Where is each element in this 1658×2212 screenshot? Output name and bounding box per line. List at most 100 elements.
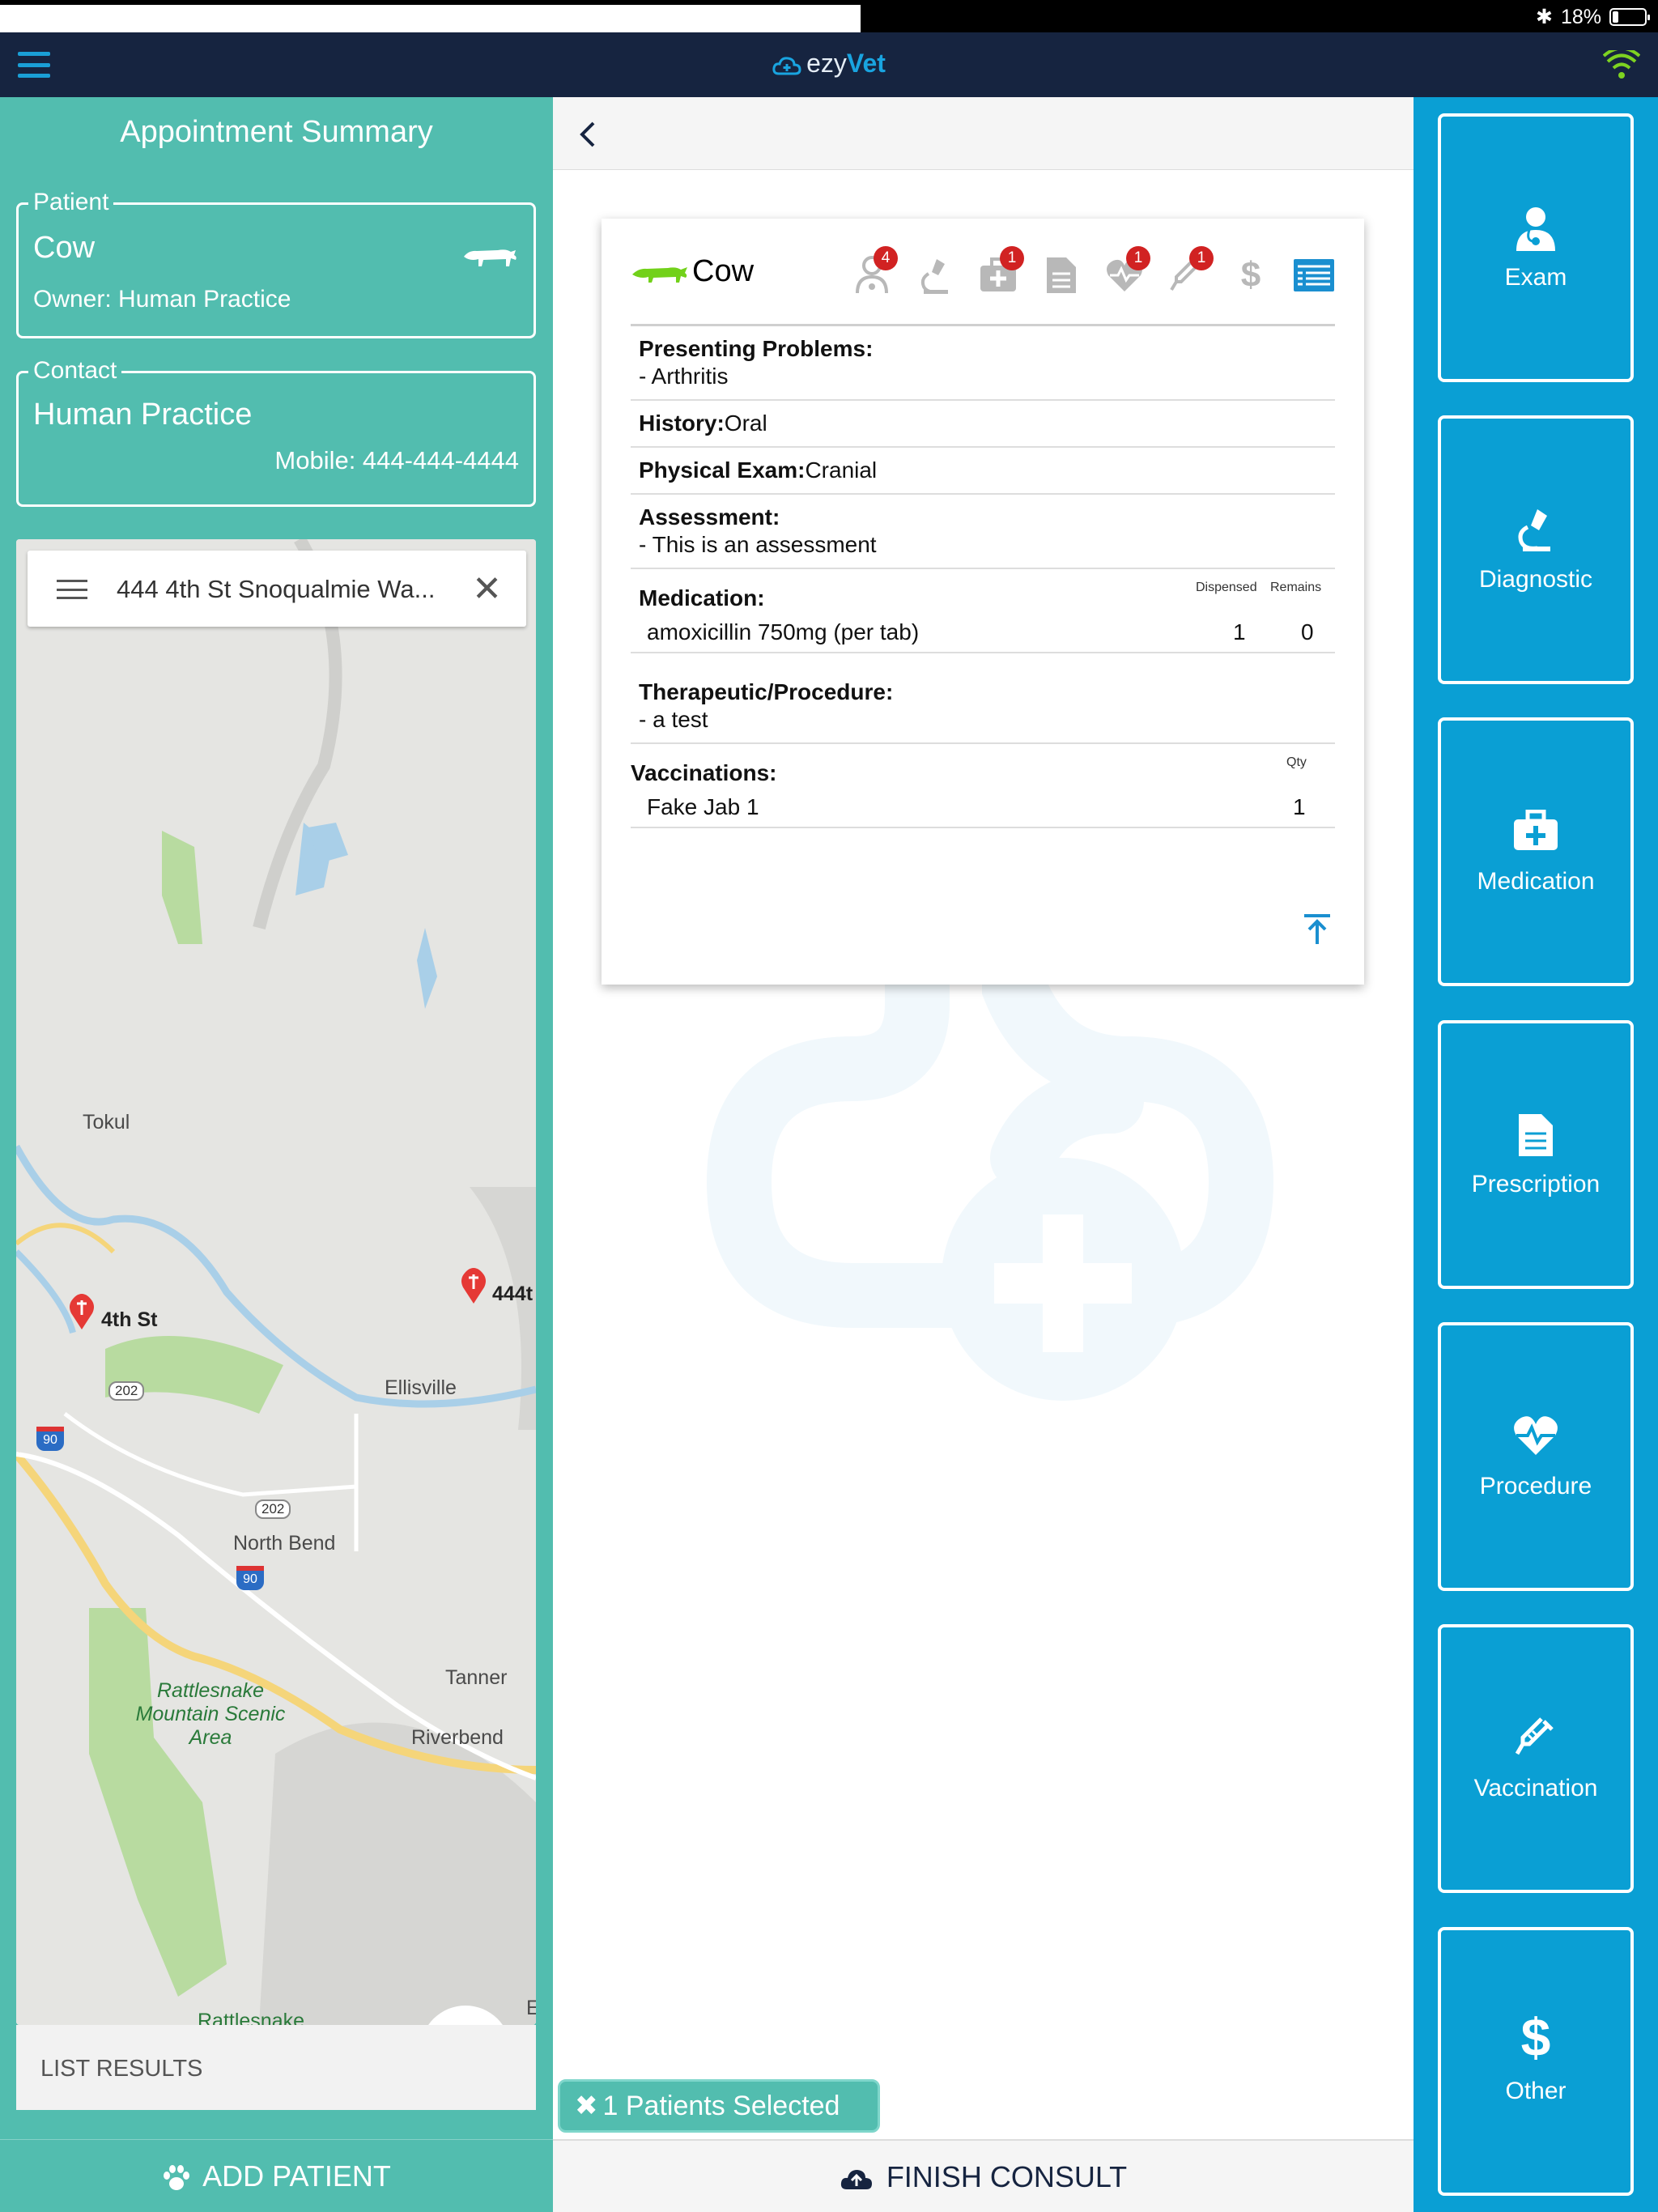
- assessment-label: Assessment:: [639, 504, 780, 530]
- patient-legend: Patient: [28, 189, 114, 216]
- add-patient-label: ADD PATIENT: [202, 2159, 391, 2193]
- close-icon[interactable]: ✕: [472, 568, 502, 610]
- connection-wifi-icon: [1603, 50, 1640, 79]
- medication-remains: 0: [1301, 619, 1314, 644]
- consult-panel: Cow 4 1 1 1 $ Presenting Problems: - Art…: [553, 97, 1414, 2212]
- diagnostic-label: Diagnostic: [1478, 566, 1593, 593]
- vaccination-item[interactable]: Fake Jab 1 1: [631, 794, 1327, 820]
- contact-legend: Contact: [28, 357, 122, 385]
- medication-label: Medication:: [639, 585, 765, 610]
- map-label-tokul: Tokul: [83, 1111, 130, 1134]
- patient-name: Cow: [33, 231, 96, 265]
- heartbeat-icon: [1514, 1416, 1558, 1455]
- patients-selected-chip[interactable]: ✖ 1 Patients Selected: [558, 2079, 880, 2133]
- map-search-bar[interactable]: 444 4th St Snoqualmie Wa... ✕: [28, 551, 526, 627]
- selected-label: 1 Patients Selected: [602, 2091, 840, 2121]
- procedure-button[interactable]: Procedure: [1438, 1322, 1634, 1591]
- medication-badge: 1: [1000, 246, 1024, 270]
- card-patient-name: Cow: [692, 254, 755, 288]
- cloud-upload-icon: [840, 2170, 872, 2190]
- interstate-shield: 90: [236, 1566, 264, 1590]
- finish-consult-button[interactable]: FINISH CONSULT: [553, 2139, 1414, 2212]
- physical-label: Physical Exam:: [639, 457, 806, 483]
- summary-body: Presenting Problems: - Arthritis History…: [631, 324, 1335, 828]
- physical-exam-row: Physical Exam:Cranial: [631, 446, 1335, 493]
- paw-icon: [164, 2165, 190, 2191]
- map-pin-icon[interactable]: [460, 1268, 487, 1304]
- brand-light: ezy: [806, 49, 847, 78]
- presenting-problems-row: Presenting Problems: - Arthritis: [631, 324, 1335, 399]
- medication-label: Medication: [1477, 868, 1595, 895]
- contact-mobile[interactable]: Mobile: 444-444-4444: [274, 446, 519, 475]
- procedure-tab-icon[interactable]: 1: [1102, 246, 1150, 298]
- my-location-icon[interactable]: [419, 2005, 512, 2025]
- prescription-button[interactable]: Prescription: [1438, 1020, 1634, 1289]
- map-pin-icon[interactable]: [68, 1294, 96, 1329]
- exam-tab-icon[interactable]: 4: [849, 246, 898, 298]
- microscope-icon: [1518, 509, 1550, 551]
- ezyvet-cloud-icon: [772, 56, 801, 75]
- remains-header: Remains: [1270, 581, 1322, 594]
- back-chevron-icon[interactable]: [577, 120, 598, 149]
- contact-box[interactable]: Contact Human Practice Mobile: 444-444-4…: [16, 357, 536, 507]
- panel-title: Appointment Summary: [120, 115, 433, 149]
- other-button[interactable]: $ Other: [1438, 1927, 1634, 2196]
- finish-label: FINISH CONSULT: [886, 2160, 1128, 2193]
- history-value: Oral: [724, 410, 767, 436]
- medication-dispensed: 1: [1233, 619, 1246, 644]
- history-row: History:Oral: [631, 399, 1335, 446]
- medication-name: amoxicillin 750mg (per tab): [647, 619, 920, 644]
- highway-shield: 202: [108, 1381, 145, 1401]
- medication-item[interactable]: amoxicillin 750mg (per tab) 1 0: [639, 619, 1327, 645]
- close-icon[interactable]: ✖: [575, 2091, 598, 2121]
- map-view[interactable]: 444 4th St Snoqualmie Wa... ✕ Tokul 4th …: [16, 539, 536, 2025]
- map-search-input[interactable]: 444 4th St Snoqualmie Wa...: [117, 575, 457, 604]
- therapeutic-value: - a test: [639, 707, 708, 732]
- add-patient-button[interactable]: ADD PATIENT: [0, 2139, 553, 2212]
- app-logo: ezyVet: [0, 49, 1658, 79]
- battery-icon: [1609, 8, 1650, 26]
- map-label-rattlesnake-mountain: Rattlesnake Mountain: [197, 2010, 305, 2025]
- category-sidebar: Exam Diagnostic Medication Prescription …: [1414, 97, 1658, 2212]
- assessment-row: Assessment: - This is an assessment: [631, 493, 1335, 568]
- owner-text: Owner: Human Practice: [33, 286, 291, 313]
- prescription-tab-icon[interactable]: [1039, 253, 1084, 298]
- patient-box[interactable]: Patient Cow Owner: Human Practice: [16, 189, 536, 338]
- vaccination-tab-icon[interactable]: 1: [1165, 246, 1214, 298]
- interstate-shield: 90: [36, 1427, 64, 1451]
- map-terrain: [16, 539, 536, 2025]
- highway-shield: 202: [255, 1499, 291, 1519]
- vaccination-badge: 1: [1189, 246, 1214, 270]
- scroll-to-top-icon[interactable]: [1301, 913, 1333, 946]
- diagnostic-button[interactable]: Diagnostic: [1438, 415, 1634, 684]
- history-label: History:: [639, 410, 725, 436]
- map-label-edge: E: [526, 1997, 536, 2019]
- exam-button[interactable]: Exam: [1438, 113, 1634, 382]
- animal-silhouette-icon: [464, 249, 517, 266]
- map-label-tanner: Tanner: [445, 1666, 508, 1689]
- procedure-label: Procedure: [1479, 1473, 1592, 1499]
- vaccination-button[interactable]: Vaccination: [1438, 1624, 1634, 1893]
- presenting-label: Presenting Problems:: [639, 336, 874, 361]
- list-results-label: LIST RESULTS: [40, 2056, 203, 2082]
- dispensed-header: Dispensed: [1196, 581, 1257, 594]
- procedure-badge: 1: [1126, 246, 1150, 270]
- vaccinations-label: Vaccinations:: [631, 760, 777, 785]
- map-label-ellisville: Ellisville: [385, 1376, 457, 1399]
- medical-kit-icon: [1514, 810, 1558, 850]
- app-header: ezyVet: [0, 32, 1658, 97]
- assessment-value: - This is an assessment: [639, 532, 877, 557]
- patient-summary-card: Cow 4 1 1 1 $ Presenting Problems: - Art…: [602, 219, 1364, 985]
- summary-list-icon[interactable]: [1291, 253, 1337, 298]
- medication-button[interactable]: Medication: [1438, 717, 1634, 986]
- therapeutic-label: Therapeutic/Procedure:: [639, 679, 894, 704]
- map-menu-icon[interactable]: [57, 580, 87, 599]
- billing-tab-icon[interactable]: $: [1228, 253, 1273, 298]
- physical-value: Cranial: [805, 457, 878, 483]
- medication-tab-icon[interactable]: 1: [976, 246, 1024, 298]
- battery-percent: 18%: [1560, 5, 1601, 28]
- list-results-button[interactable]: LIST RESULTS: [16, 2025, 536, 2110]
- other-label: Other: [1505, 2078, 1567, 2104]
- medication-section: Medication: Dispensed Remains amoxicilli…: [631, 568, 1335, 652]
- diagnostic-tab-icon[interactable]: [912, 253, 958, 298]
